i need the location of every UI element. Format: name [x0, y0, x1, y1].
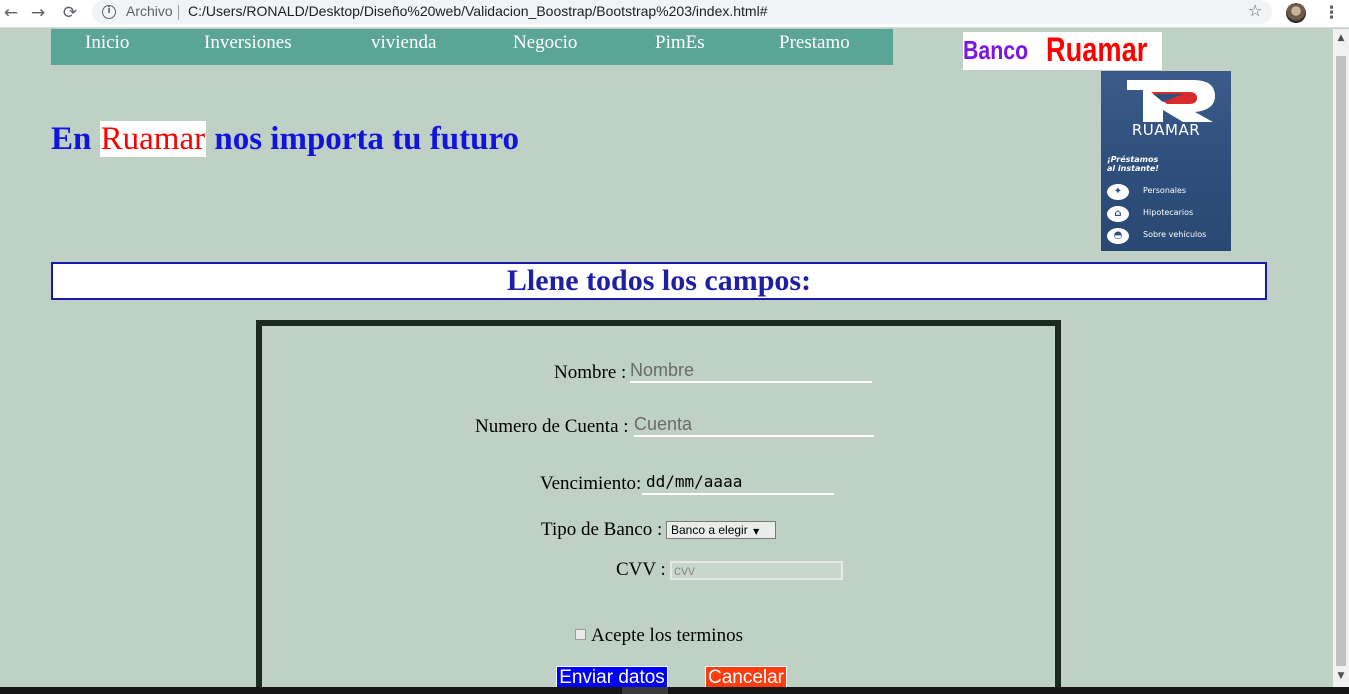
scroll-thumb[interactable] — [1336, 56, 1346, 666]
forward-icon[interactable]: → — [27, 2, 49, 24]
scroll-down-icon[interactable]: ▼ — [1333, 669, 1349, 683]
cancel-button[interactable]: Cancelar — [705, 666, 787, 689]
promo-item-hipotecarios: ⌂ Hipotecarios — [1105, 205, 1229, 223]
nav-negocio[interactable]: Negocio — [513, 32, 577, 54]
brand-banco: Banco — [963, 35, 1029, 65]
promo-tagline-line2: al instante! — [1107, 164, 1159, 173]
brand-logo: Banco Ruamar — [963, 32, 1162, 70]
dropdown-arrow-icon: ▼ — [753, 527, 760, 536]
nombre-label: Nombre : — [554, 362, 627, 383]
reload-icon[interactable]: ⟳ — [59, 2, 81, 24]
site-nav: Inicio Inversiones vivienda Negocio PimE… — [51, 29, 893, 65]
nav-inicio[interactable]: Inicio — [85, 32, 129, 54]
submit-button[interactable]: Enviar datos — [556, 666, 668, 689]
back-icon[interactable]: ← — [0, 2, 22, 24]
terms-checkbox[interactable] — [575, 629, 586, 640]
nav-pimes[interactable]: PimEs — [655, 32, 705, 54]
nav-vivienda[interactable]: vivienda — [371, 32, 436, 54]
instruction-banner: Llene todos los campos: — [51, 262, 1267, 300]
headline-post: nos importa tu futuro — [206, 121, 520, 157]
nombre-input[interactable] — [630, 359, 872, 383]
info-icon[interactable]: i — [102, 5, 116, 19]
promo-tagline: ¡Préstamos al instante! — [1107, 155, 1159, 173]
profile-avatar[interactable] — [1286, 3, 1306, 23]
bookmark-star-icon[interactable]: ☆ — [1248, 1, 1262, 20]
browser-toolbar: ← → ⟳ i Archivo C:/Users/RONALD/Desktop/… — [0, 0, 1349, 28]
headline-pre: En — [51, 121, 100, 157]
address-bar[interactable]: i Archivo C:/Users/RONALD/Desktop/Diseño… — [92, 0, 1272, 24]
vencimiento-label: Vencimiento: — [540, 473, 642, 494]
address-separator — [178, 5, 179, 20]
vencimiento-date-input[interactable]: dd/mm/aaaa — [642, 471, 834, 495]
cvv-input[interactable]: cvv — [670, 561, 843, 580]
promo-brand-name: RUAMAR — [1131, 121, 1201, 139]
promo-item-label: Personales — [1143, 186, 1187, 195]
browser-menu-icon[interactable]: ⋮ — [1323, 3, 1340, 23]
ruamar-logo-icon — [1127, 80, 1215, 122]
cvv-label: CVV : — [616, 559, 666, 580]
nav-prestamo[interactable]: Prestamo — [779, 32, 850, 54]
personal-loan-icon: ✦ — [1107, 184, 1129, 200]
promo-tagline-line1: ¡Préstamos — [1107, 155, 1159, 164]
nav-inversiones[interactable]: Inversiones — [204, 32, 292, 54]
terms-label: Acepte los terminos — [591, 625, 743, 646]
cuenta-label: Numero de Cuenta : — [475, 416, 629, 437]
tipo-banco-label: Tipo de Banco : — [541, 519, 663, 540]
house-icon: ⌂ — [1107, 206, 1129, 222]
headline-highlight: Ruamar — [99, 121, 207, 157]
promo-item-vehiculos: ◓ Sobre vehículos — [1105, 227, 1229, 245]
page-scrollbar[interactable]: ▲ ▼ — [1333, 29, 1349, 687]
banner-text: Llene todos los campos: — [506, 264, 812, 297]
brand-ruamar: Ruamar — [1046, 32, 1148, 69]
os-taskbar — [0, 687, 1349, 694]
promo-item-personales: ✦ Personales — [1105, 183, 1229, 201]
tipo-banco-select[interactable]: Banco a elegir ▼ — [666, 521, 776, 539]
promo-item-label: Sobre vehículos — [1143, 230, 1207, 239]
taskbar-item[interactable] — [622, 687, 668, 694]
address-url[interactable]: C:/Users/RONALD/Desktop/Diseño%20web/Val… — [188, 3, 767, 19]
tipo-banco-selected: Banco a elegir — [671, 523, 748, 537]
car-icon: ◓ — [1107, 228, 1129, 244]
payment-form: Nombre : Numero de Cuenta : Vencimiento:… — [256, 320, 1061, 694]
cuenta-input[interactable] — [634, 413, 874, 437]
promo-item-label: Hipotecarios — [1143, 208, 1194, 217]
address-scheme: Archivo — [126, 3, 173, 19]
page-headline: En Ruamar nos importa tu futuro — [51, 121, 519, 158]
scroll-up-icon[interactable]: ▲ — [1333, 31, 1349, 45]
promo-image: RUAMAR ¡Préstamos al instante! ✦ Persona… — [1101, 71, 1231, 251]
